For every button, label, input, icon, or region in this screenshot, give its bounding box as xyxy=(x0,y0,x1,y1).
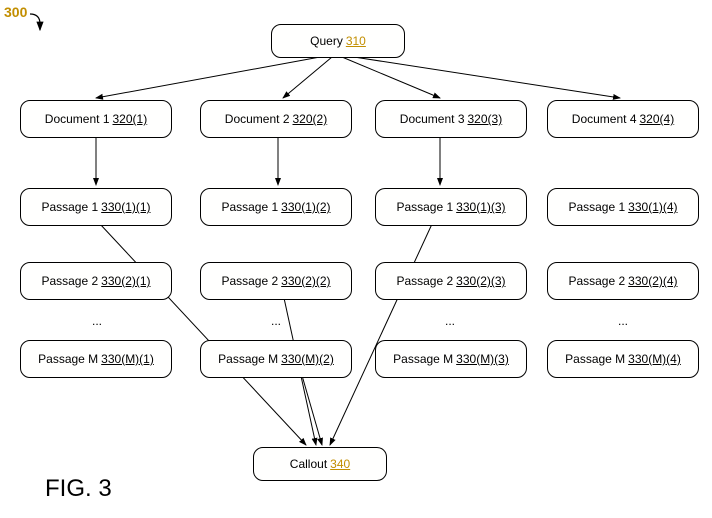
edges-layer xyxy=(0,0,712,518)
figure-label: FIG. 3 xyxy=(45,475,112,503)
doc3-label: Document 3 xyxy=(400,112,465,126)
node-passage-2-c2: Passage 2 330(2)(2) xyxy=(200,262,352,300)
callout-ref: 340 xyxy=(327,457,350,471)
node-passage-1-c1: Passage 1 330(1)(1) xyxy=(20,188,172,226)
node-document-3: Document 3 320(3) xyxy=(375,100,527,138)
ellipsis-c2: ... xyxy=(271,314,281,328)
query-ref: 310 xyxy=(343,34,366,48)
doc1-ref: 320(1) xyxy=(110,112,148,126)
ellipsis-c4: ... xyxy=(618,314,628,328)
node-passage-m-c1: Passage M 330(M)(1) xyxy=(20,340,172,378)
doc2-label: Document 2 xyxy=(225,112,290,126)
node-document-1: Document 1 320(1) xyxy=(20,100,172,138)
node-passage-1-c3: Passage 1 330(1)(3) xyxy=(375,188,527,226)
doc3-ref: 320(3) xyxy=(465,112,503,126)
node-document-2: Document 2 320(2) xyxy=(200,100,352,138)
node-passage-1-c4: Passage 1 330(1)(4) xyxy=(547,188,699,226)
doc1-label: Document 1 xyxy=(45,112,110,126)
query-label: Query xyxy=(310,34,343,48)
node-passage-2-c1: Passage 2 330(2)(1) xyxy=(20,262,172,300)
node-passage-2-c4: Passage 2 330(2)(4) xyxy=(547,262,699,300)
ellipsis-c3: ... xyxy=(445,314,455,328)
doc2-ref: 320(2) xyxy=(290,112,328,126)
node-document-4: Document 4 320(4) xyxy=(547,100,699,138)
node-passage-m-c2: Passage M 330(M)(2) xyxy=(200,340,352,378)
doc4-label: Document 4 xyxy=(572,112,637,126)
doc4-ref: 320(4) xyxy=(637,112,675,126)
node-query: Query 310 xyxy=(271,24,405,58)
node-passage-1-c2: Passage 1 330(1)(2) xyxy=(200,188,352,226)
node-passage-2-c3: Passage 2 330(2)(3) xyxy=(375,262,527,300)
callout-label: Callout xyxy=(290,457,327,471)
node-passage-m-c4: Passage M 330(M)(4) xyxy=(547,340,699,378)
node-passage-m-c3: Passage M 330(M)(3) xyxy=(375,340,527,378)
ellipsis-c1: ... xyxy=(92,314,102,328)
figure-ref-300: 300 xyxy=(4,4,27,20)
node-callout: Callout 340 xyxy=(253,447,387,481)
